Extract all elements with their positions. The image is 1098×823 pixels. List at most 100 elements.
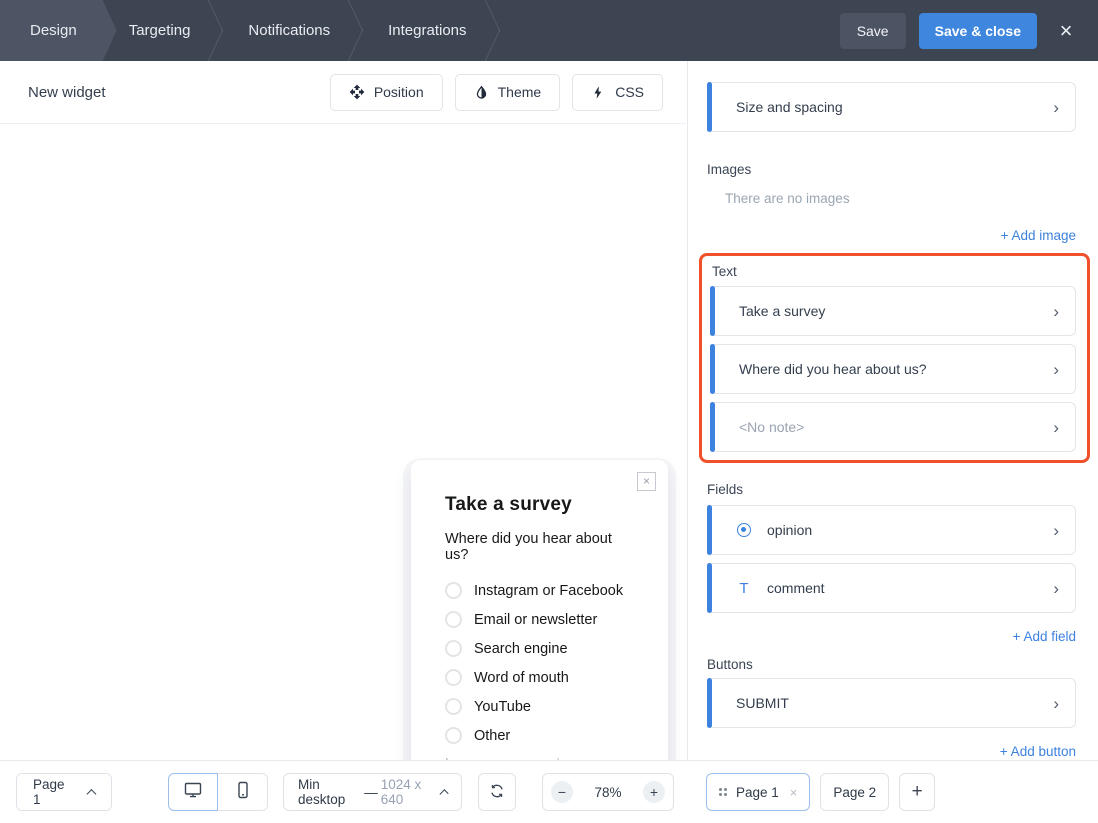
close-icon[interactable]: × (1050, 0, 1082, 61)
radio-icon[interactable] (445, 698, 462, 715)
buttons-heading: Buttons (707, 657, 1076, 672)
css-button[interactable]: CSS (572, 74, 663, 111)
tab-label: Integrations (388, 22, 466, 39)
theme-label: Theme (498, 84, 542, 100)
text-section-highlight: Text Take a survey › Where did you hear … (699, 253, 1090, 463)
tab-targeting[interactable]: Targeting (103, 0, 223, 61)
settings-panel: Size and spacing › Images There are no i… (687, 61, 1098, 760)
add-button-link[interactable]: + Add button (707, 744, 1076, 759)
accent-bar (710, 344, 715, 394)
zoom-control: − 78% + (542, 773, 674, 811)
screen-size-value: 1024 x 640 (381, 777, 441, 807)
tab-notifications[interactable]: Notifications (222, 0, 362, 61)
contrast-drop-icon (474, 85, 489, 100)
save-and-close-button[interactable]: Save & close (919, 13, 1037, 49)
zoom-level: 78% (594, 785, 621, 800)
save-button[interactable]: Save (840, 13, 906, 49)
text-item-note[interactable]: <No note> › (710, 402, 1076, 452)
tab-design[interactable]: Design (0, 0, 117, 61)
radio-icon[interactable] (445, 669, 462, 686)
tab-label: Design (30, 22, 77, 39)
radio-field-icon (736, 523, 752, 537)
images-heading: Images (707, 162, 1076, 177)
widget-question[interactable]: Where did you hear about us? (445, 531, 634, 563)
screen-size-label: Min desktop (298, 777, 363, 807)
drag-handle-icon[interactable] (719, 788, 727, 796)
mobile-icon (233, 780, 253, 805)
widget-close-icon[interactable]: × (637, 472, 656, 491)
add-image-link[interactable]: + Add image (707, 228, 1076, 243)
widget-title: New widget (28, 84, 106, 101)
header-buttons: Position Theme CSS (330, 74, 663, 111)
accent-bar (710, 286, 715, 336)
add-page-button[interactable]: + (899, 773, 935, 811)
nav-actions: Save Save & close × (840, 0, 1098, 61)
option-row[interactable]: YouTube (445, 698, 634, 715)
zoom-out-button[interactable]: − (551, 781, 573, 803)
option-row[interactable]: Word of mouth (445, 669, 634, 686)
button-item-submit[interactable]: SUBMIT › (707, 678, 1076, 728)
tab-integrations[interactable]: Integrations (362, 0, 498, 61)
preview-canvas: × Take a survey Where did you hear about… (0, 125, 686, 760)
page-tab-label: Page 2 (833, 785, 876, 800)
editor-header: New widget Position Theme CSS (0, 61, 686, 124)
chevron-right-icon: › (1053, 580, 1059, 597)
option-row[interactable]: Instagram or Facebook (445, 582, 634, 599)
position-button[interactable]: Position (330, 74, 443, 111)
position-label: Position (374, 84, 424, 100)
page-selector[interactable]: Page 1 (16, 773, 112, 811)
chevron-right-icon: › (1053, 99, 1059, 116)
bottom-toolbar: Page 1 Min desktop — 1024 x 640 (0, 760, 1098, 823)
zoom-in-button[interactable]: + (643, 781, 665, 803)
rotate-button[interactable] (478, 773, 516, 811)
chevron-right-icon: › (1053, 522, 1059, 539)
device-toggle (168, 773, 268, 811)
mobile-toggle[interactable] (218, 773, 268, 811)
page-tab-label: Page 1 (736, 785, 779, 800)
tab-label: Targeting (129, 22, 191, 39)
caret-up-icon (87, 789, 97, 799)
option-row[interactable]: Search engine (445, 640, 634, 657)
accent-bar (707, 82, 712, 132)
text-item[interactable]: Take a survey › (710, 286, 1076, 336)
radio-icon[interactable] (445, 611, 462, 628)
move-icon (349, 84, 365, 100)
field-item-comment[interactable]: T comment › (707, 563, 1076, 613)
tab-label: Notifications (248, 22, 330, 39)
radio-icon[interactable] (445, 727, 462, 744)
widget-heading[interactable]: Take a survey (445, 494, 634, 516)
lightning-icon (591, 85, 606, 100)
widget-options: Instagram or Facebook Email or newslette… (445, 582, 634, 744)
page-selector-label: Page 1 (33, 777, 74, 807)
text-item[interactable]: Where did you hear about us? › (710, 344, 1076, 394)
size-and-spacing-item[interactable]: Size and spacing › (707, 82, 1076, 132)
fields-heading: Fields (707, 482, 1076, 497)
option-row[interactable]: Email or newsletter (445, 611, 634, 628)
add-field-link[interactable]: + Add field (707, 629, 1076, 644)
css-label: CSS (615, 84, 644, 100)
chevron-right-icon: › (1053, 361, 1059, 378)
text-items: Take a survey › Where did you hear about… (710, 286, 1076, 452)
radio-icon[interactable] (445, 582, 462, 599)
chevron-right-icon: › (1053, 419, 1059, 436)
top-navbar: Design Targeting Notifications Integrati… (0, 0, 1098, 61)
field-item-opinion[interactable]: opinion › (707, 505, 1076, 555)
accent-bar (707, 505, 712, 555)
option-row[interactable]: Other (445, 727, 634, 744)
chevron-right-icon: › (1053, 695, 1059, 712)
theme-button[interactable]: Theme (455, 74, 561, 111)
rotate-icon (488, 782, 506, 803)
page-tab-2[interactable]: Page 2 (820, 773, 889, 811)
accent-bar (710, 402, 715, 452)
field-items: opinion › T comment › (707, 505, 1076, 613)
page-tabs: Page 1 × Page 2 + (706, 773, 935, 811)
radio-icon[interactable] (445, 640, 462, 657)
accent-bar (707, 563, 712, 613)
accent-bar (707, 678, 712, 728)
page-tab-close-icon[interactable]: × (790, 785, 798, 800)
text-field-icon: T (736, 580, 752, 597)
screen-size-separator: — (364, 785, 378, 800)
screen-size-selector[interactable]: Min desktop — 1024 x 640 (283, 773, 462, 811)
page-tab-1[interactable]: Page 1 × (706, 773, 810, 811)
desktop-toggle[interactable] (168, 773, 218, 811)
